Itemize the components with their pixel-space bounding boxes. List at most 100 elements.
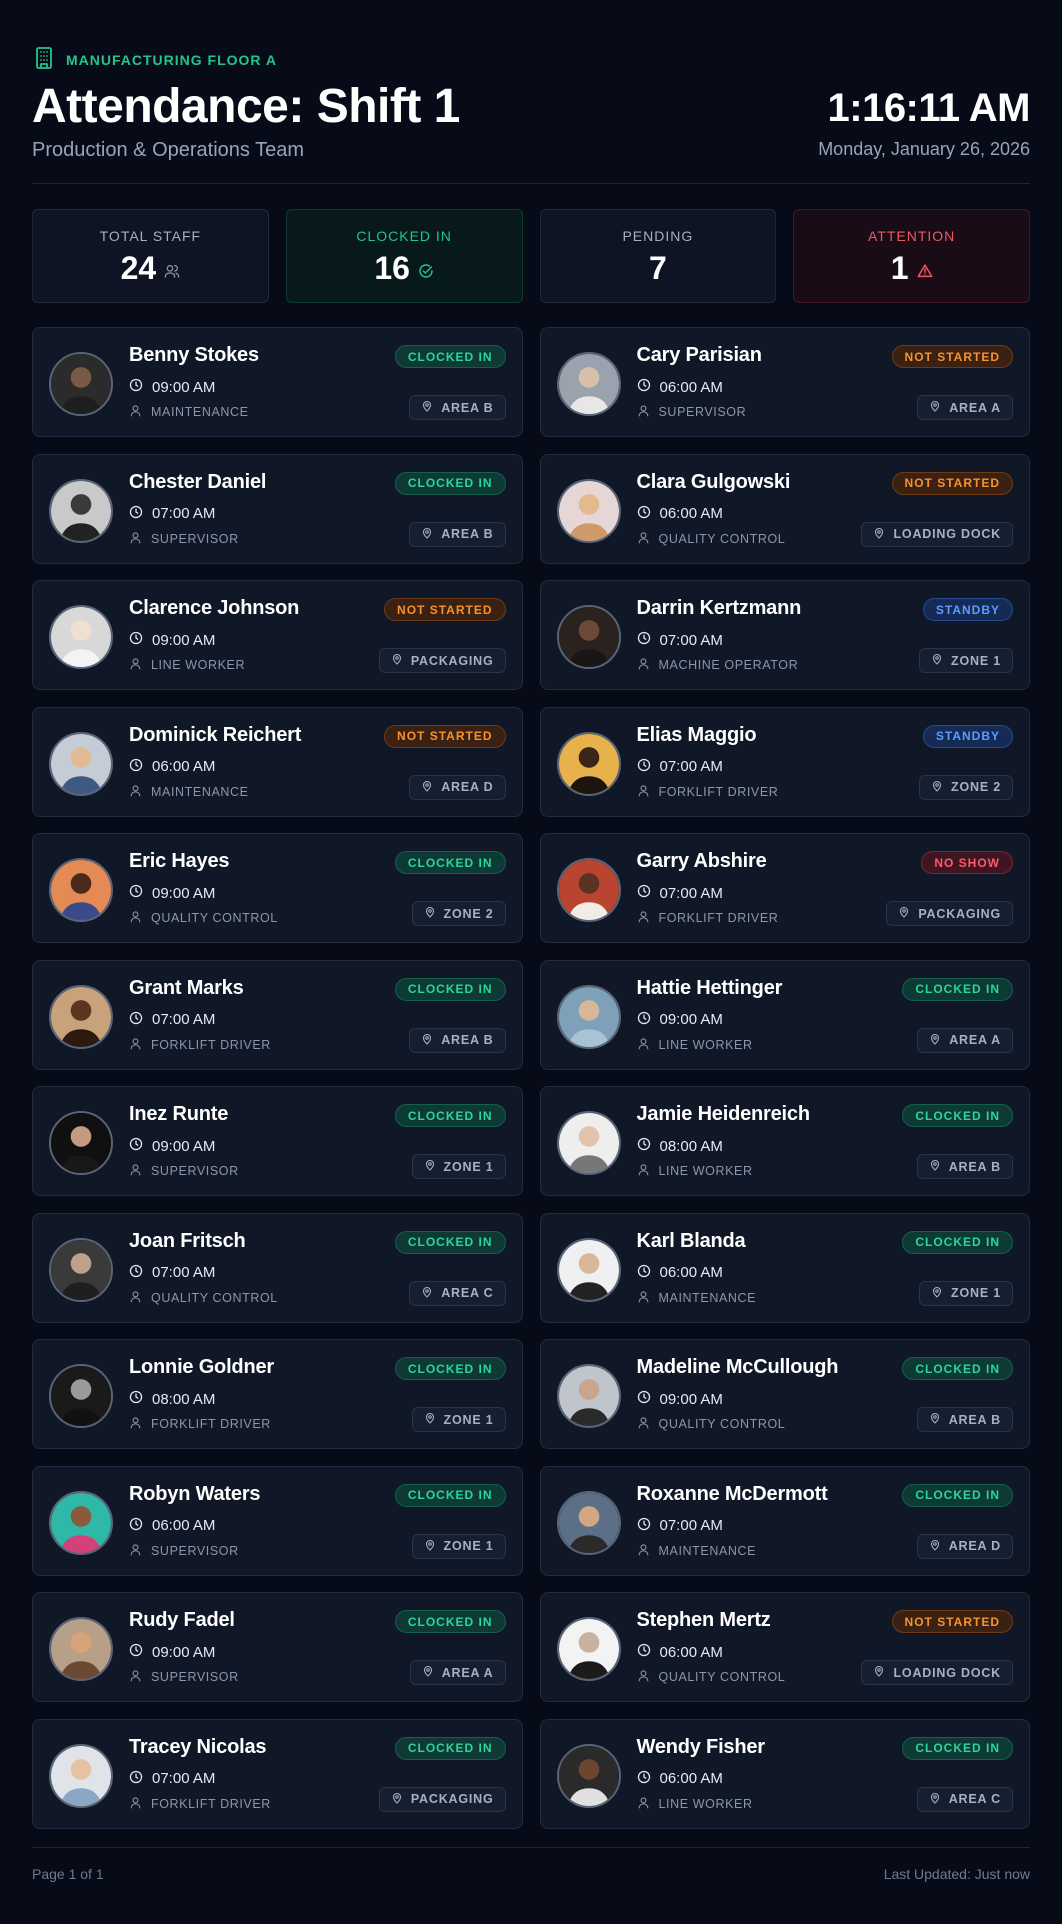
- role-row: LINE WORKER: [129, 657, 245, 673]
- stat-value: 1: [890, 250, 909, 286]
- staff-card-darrin-kertzmann[interactable]: Darrin Kertzmann STANDBY 07:00 AM MACHIN…: [539, 580, 1030, 690]
- shift-time: 07:00 AM: [659, 631, 723, 649]
- status-badge: NO SHOW: [921, 851, 1013, 874]
- avatar: [49, 984, 113, 1049]
- user-icon: [129, 404, 142, 420]
- staff-card-tracey-nicolas[interactable]: Tracey Nicolas CLOCKED IN 07:00 AM FORKL…: [32, 1718, 523, 1829]
- staff-card-chester-daniel[interactable]: Chester Daniel CLOCKED IN 07:00 AM SUPER…: [32, 453, 523, 564]
- user-icon: [637, 531, 650, 547]
- map-pin-icon: [931, 780, 943, 795]
- staff-card-wendy-fisher[interactable]: Wendy Fisher CLOCKED IN 06:00 AM LINE WO…: [539, 1718, 1030, 1829]
- current-time: 1:16:11 AM: [827, 86, 1031, 130]
- status-badge: CLOCKED IN: [394, 851, 506, 874]
- staff-card-lonnie-goldner[interactable]: Lonnie Goldner CLOCKED IN 08:00 AM FORKL…: [32, 1339, 523, 1449]
- staff-card-clara-gulgowski[interactable]: Clara Gulgowski NOT STARTED 06:00 AM QUA…: [539, 453, 1030, 564]
- staff-card-inez-runte[interactable]: Inez Runte CLOCKED IN 09:00 AM SUPERVISO…: [32, 1086, 523, 1196]
- status-badge: NOT STARTED: [891, 1610, 1013, 1633]
- shift-time-row: 07:00 AM: [129, 1264, 215, 1282]
- status-badge: CLOCKED IN: [394, 1230, 506, 1254]
- location-label: PACKAGING: [918, 906, 1001, 921]
- avatar: [556, 858, 621, 922]
- shift-time-row: 06:00 AM: [637, 505, 723, 523]
- status-badge: NOT STARTED: [891, 471, 1013, 495]
- staff-card-hattie-hettinger[interactable]: Hattie Hettinger CLOCKED IN 09:00 AM LIN…: [539, 959, 1030, 1070]
- shift-time: 09:00 AM: [152, 378, 216, 396]
- stat-pending: PENDING 7: [539, 209, 777, 303]
- staff-card-eric-hayes[interactable]: Eric Hayes CLOCKED IN 09:00 AM QUALITY C…: [32, 833, 523, 943]
- staff-card-clarence-johnson[interactable]: Clarence Johnson NOT STARTED 09:00 AM LI…: [32, 580, 523, 690]
- shift-time-row: 07:00 AM: [637, 884, 723, 902]
- staff-card-rudy-fadel[interactable]: Rudy Fadel CLOCKED IN 09:00 AM SUPERVISO…: [32, 1592, 523, 1702]
- shift-time: 09:00 AM: [659, 1011, 723, 1028]
- staff-card-dominick-reichert[interactable]: Dominick Reichert NOT STARTED 06:00 AM M…: [32, 706, 523, 817]
- staff-role: SUPERVISOR: [151, 531, 239, 546]
- status-badge: CLOCKED IN: [394, 471, 506, 495]
- avatar: [556, 478, 621, 543]
- shift-time: 07:00 AM: [152, 505, 216, 522]
- location-label: AREA C: [948, 1792, 1001, 1806]
- staff-name: Benny Stokes: [129, 344, 259, 366]
- stat-total-staff: TOTAL STAFF 24: [32, 209, 269, 303]
- avatar: [49, 1617, 113, 1681]
- shift-time: 09:00 AM: [152, 1643, 216, 1661]
- location-label: AREA A: [949, 1033, 1001, 1047]
- status-badge: NOT STARTED: [384, 724, 506, 748]
- staff-card-madeline-mccullough[interactable]: Madeline McCullough CLOCKED IN 09:00 AM …: [539, 1339, 1030, 1449]
- location-tag: AREA A: [409, 1660, 506, 1685]
- avatar: [556, 352, 621, 416]
- status-badge: NOT STARTED: [384, 598, 506, 621]
- map-pin-icon: [898, 906, 910, 921]
- clock-icon: [637, 1137, 651, 1155]
- shift-time: 07:00 AM: [659, 884, 723, 902]
- role-row: FORKLIFT DRIVER: [129, 1796, 271, 1812]
- avatar: [49, 1237, 113, 1302]
- location-tag: ZONE 1: [411, 1407, 506, 1432]
- avatar: [556, 1364, 621, 1428]
- current-date: Monday, January 26, 2026: [818, 139, 1030, 159]
- staff-card-roxanne-mcdermott[interactable]: Roxanne McDermott CLOCKED IN 07:00 AM MA…: [539, 1465, 1030, 1576]
- staff-card-grant-marks[interactable]: Grant Marks CLOCKED IN 07:00 AM FORKLIFT…: [32, 959, 523, 1070]
- user-icon: [129, 531, 142, 547]
- location-tag: AREA B: [916, 1407, 1013, 1432]
- staff-name: Chester Daniel: [129, 470, 267, 493]
- staff-name: Eric Hayes: [129, 850, 230, 872]
- user-icon: [129, 1163, 142, 1179]
- stats-row: TOTAL STAFF 24 CLOCKED IN 16 PENDING 7 A…: [32, 209, 1030, 303]
- staff-role: FORKLIFT DRIVER: [658, 911, 779, 925]
- location-tag: ZONE 1: [919, 648, 1013, 673]
- shift-time-row: 07:00 AM: [637, 1517, 723, 1535]
- location-label: LOADING DOCK: [893, 527, 1001, 541]
- map-pin-icon: [424, 1412, 436, 1427]
- role-row: QUALITY CONTROL: [129, 1290, 278, 1306]
- role-row: MAINTENANCE: [637, 1543, 757, 1559]
- status-badge: CLOCKED IN: [902, 1736, 1013, 1760]
- staff-card-garry-abshire[interactable]: Garry Abshire NO SHOW 07:00 AM FORKLIFT …: [539, 833, 1030, 943]
- staff-card-robyn-waters[interactable]: Robyn Waters CLOCKED IN 06:00 AM SUPERVI…: [32, 1465, 523, 1576]
- staff-role: QUALITY CONTROL: [658, 1417, 786, 1431]
- staff-card-elias-maggio[interactable]: Elias Maggio STANDBY 07:00 AM FORKLIFT D…: [539, 706, 1030, 817]
- staff-card-stephen-mertz[interactable]: Stephen Mertz NOT STARTED 06:00 AM QUALI…: [539, 1592, 1030, 1702]
- user-icon: [129, 784, 142, 800]
- location-label: AREA B: [441, 400, 494, 415]
- staff-card-joan-fritsch[interactable]: Joan Fritsch CLOCKED IN 07:00 AM QUALITY…: [32, 1212, 523, 1323]
- clock-icon: [637, 1011, 651, 1029]
- location-label: AREA D: [948, 1539, 1001, 1553]
- clock-icon: [129, 884, 143, 902]
- location-tag: LOADING DOCK: [861, 521, 1013, 547]
- staff-card-karl-blanda[interactable]: Karl Blanda CLOCKED IN 06:00 AM MAINTENA…: [539, 1212, 1030, 1323]
- staff-card-cary-parisian[interactable]: Cary Parisian NOT STARTED 06:00 AM SUPER…: [539, 327, 1030, 437]
- map-pin-icon: [391, 1792, 403, 1807]
- map-pin-icon: [929, 1539, 941, 1554]
- role-row: SUPERVISOR: [129, 1543, 239, 1559]
- shift-time: 07:00 AM: [152, 1011, 216, 1028]
- role-row: QUALITY CONTROL: [637, 531, 786, 547]
- map-pin-icon: [421, 780, 433, 795]
- role-row: FORKLIFT DRIVER: [129, 1416, 271, 1432]
- status-badge: CLOCKED IN: [902, 1230, 1013, 1254]
- staff-card-jamie-heidenreich[interactable]: Jamie Heidenreich CLOCKED IN 08:00 AM LI…: [539, 1086, 1030, 1196]
- location-label: PACKAGING: [410, 653, 494, 668]
- avatar: [49, 478, 113, 543]
- user-icon: [637, 910, 650, 926]
- staff-card-benny-stokes[interactable]: Benny Stokes CLOCKED IN 09:00 AM MAINTEN…: [32, 327, 523, 437]
- shift-time-row: 06:00 AM: [637, 378, 723, 396]
